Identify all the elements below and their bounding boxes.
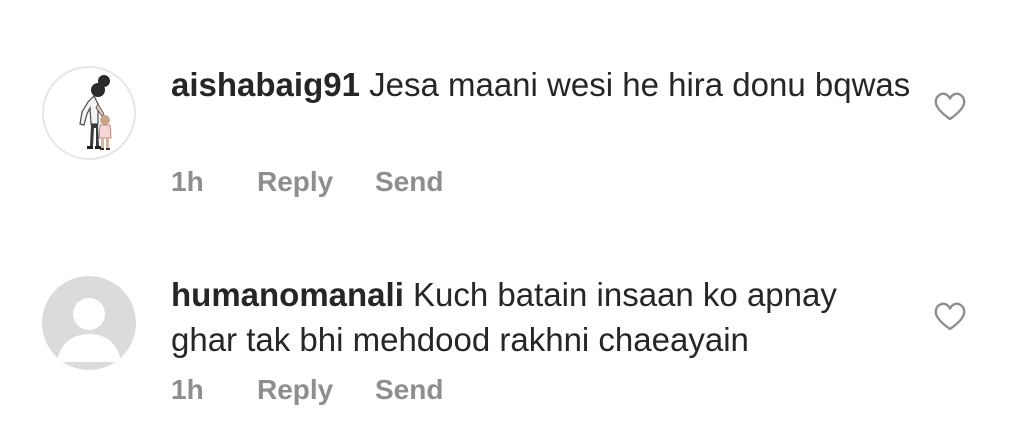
heart-outline-icon [934,92,966,121]
reply-button[interactable]: Reply [257,166,375,198]
comment-username[interactable]: aishabaig91 [171,66,360,103]
reply-button[interactable]: Reply [257,374,375,406]
user-avatar[interactable] [42,66,136,160]
comment-username[interactable]: humanomanali [171,276,404,313]
illustrated-avatar-icon [79,75,112,150]
like-button[interactable] [933,302,967,332]
comment-timestamp: 1h [171,166,204,197]
comment-message: Jesa maani wesi he hira donu bqwas [369,66,911,103]
comment-body: humanomanali Kuch batain insaan ko apnay… [171,272,911,362]
comment-body: aishabaig91 Jesa maani wesi he hira donu… [171,62,911,107]
user-avatar[interactable] [42,276,136,370]
heart-outline-icon [934,302,966,331]
comment-timestamp: 1h [171,374,204,405]
comment-actions: 1h Reply Send [171,166,443,198]
comment-actions: 1h Reply Send [171,374,443,406]
send-button[interactable]: Send [375,166,443,198]
send-button[interactable]: Send [375,374,443,406]
default-avatar-icon [57,298,121,362]
like-button[interactable] [933,92,967,122]
